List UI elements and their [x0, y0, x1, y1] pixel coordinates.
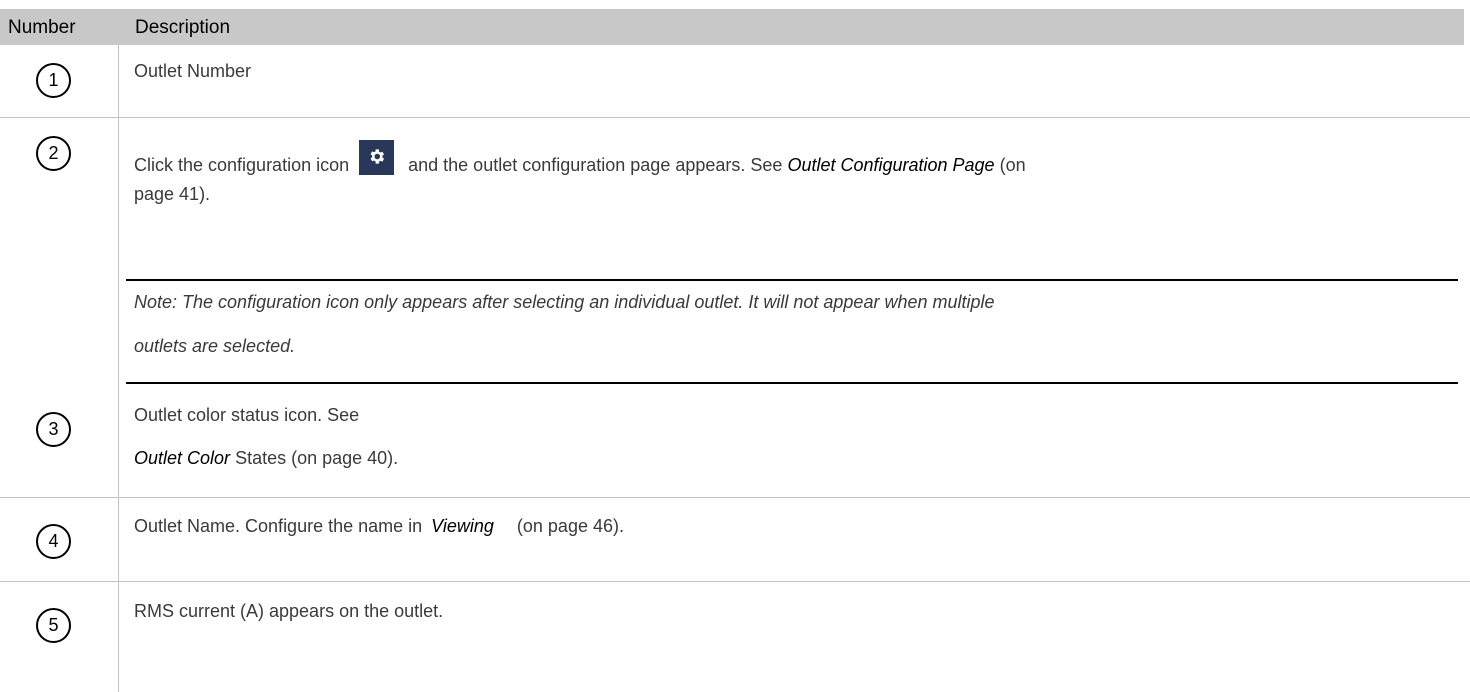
table-row: 5 RMS current (A) appears on the outlet.	[0, 582, 1470, 692]
row-description: Outlet Number	[134, 61, 252, 81]
table-row: 1 Outlet Number	[0, 45, 1470, 118]
table-row: 3 Outlet color status icon. See Outlet C…	[0, 387, 1470, 498]
header-number: Number	[8, 17, 76, 38]
row-number-badge: 2	[36, 136, 71, 171]
link-outlet-configuration-page[interactable]: Outlet Configuration Page	[787, 155, 994, 175]
link-outlet-color[interactable]: Outlet Color	[134, 448, 230, 468]
divider	[126, 382, 1458, 384]
row-description: Outlet Name. Configure the name in Viewi…	[134, 516, 624, 536]
row-description: Outlet color status icon. See	[134, 405, 360, 425]
table-row: 4 Outlet Name. Configure the name in Vie…	[0, 498, 1470, 582]
row-description: Click the configuration icon and the outl…	[134, 140, 1026, 176]
header-description: Description	[135, 17, 231, 38]
gear-icon	[359, 140, 395, 175]
note-line-1: Note: The configuration icon only appear…	[134, 292, 995, 312]
table-header: Number Description	[0, 9, 1464, 45]
row-number-badge: 5	[36, 608, 71, 643]
row-description-cont: page 41).	[134, 184, 211, 204]
row-number-badge: 4	[36, 524, 71, 559]
row-number-badge: 3	[36, 412, 71, 447]
row-description-cont: Outlet Color States (on page 40).	[134, 448, 399, 468]
note-line-2: outlets are selected.	[134, 336, 296, 356]
row-number-badge: 1	[36, 63, 71, 98]
link-viewing[interactable]: Viewing	[431, 516, 494, 536]
table-row: 2 Click the configuration icon and the ou…	[0, 118, 1470, 386]
divider	[126, 279, 1458, 281]
row-description: RMS current (A) appears on the outlet.	[134, 601, 444, 621]
